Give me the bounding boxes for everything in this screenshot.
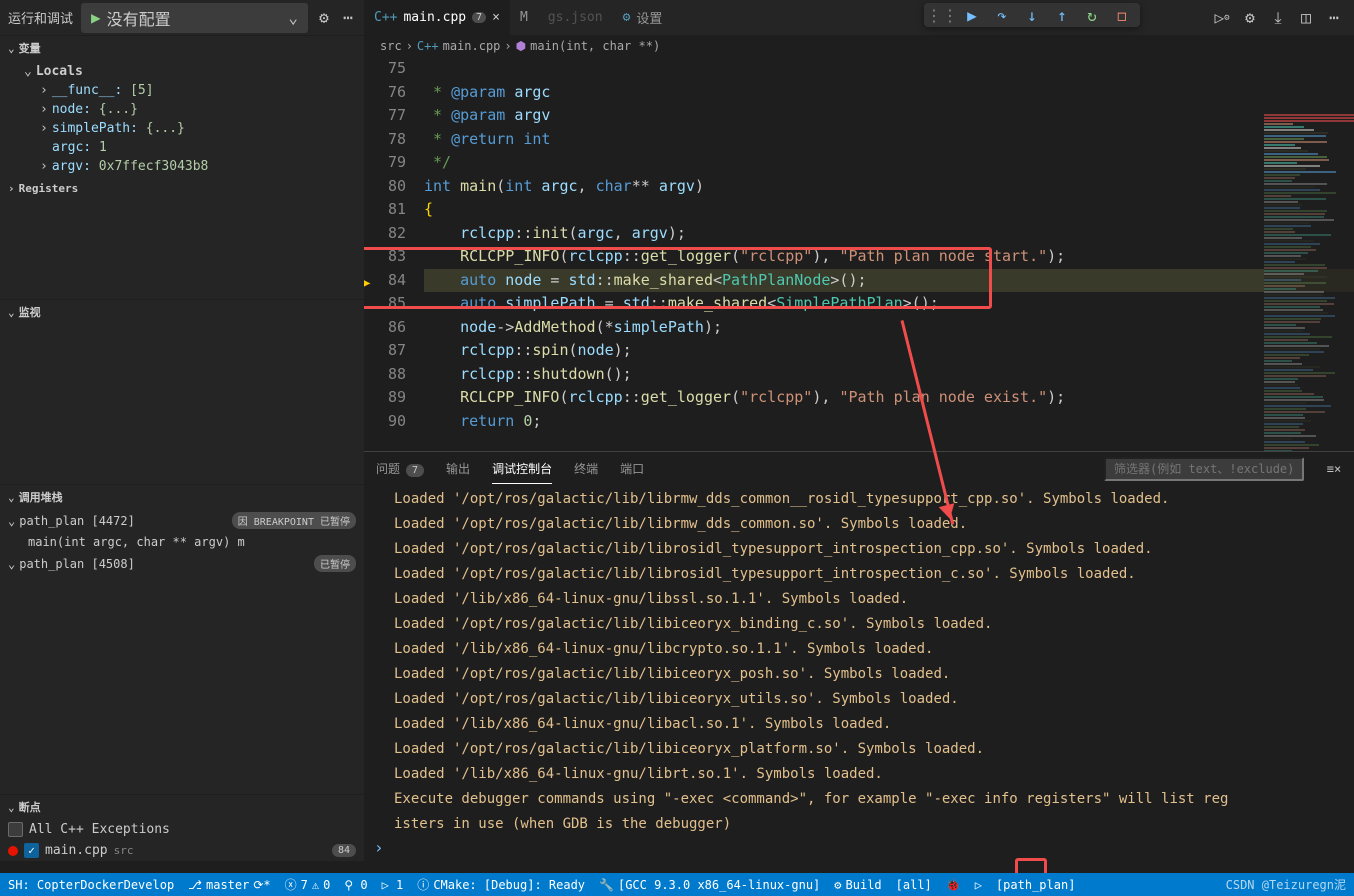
minimap[interactable] [1264,113,1354,451]
problems-status[interactable]: ⓧ 7 ⚠ 0 [285,876,331,893]
filter-settings-icon[interactable]: ≡× [1326,461,1342,477]
run-debug-toolbar: 运行和调试 ▶ 没有配置 ⌄ ⚙ ⋯ [0,0,364,35]
debug-launch-icon[interactable]: 🐞 [946,878,961,892]
play-icon: ▶ [91,8,101,27]
variable-row[interactable]: ›node: {...} [0,100,364,119]
variable-row[interactable]: ›argv: 0x7ffecf3043b8 [0,157,364,176]
cmake-build[interactable]: ⚙ Build [834,878,881,892]
step-over-icon[interactable]: ↷ [992,7,1012,23]
launch-target[interactable]: [path_plan] [996,878,1075,892]
gear-icon[interactable]: ⚙ [1242,10,1258,26]
variable-row[interactable]: ›__func__: [5] [0,81,364,100]
chevron-right-icon: › [8,182,15,195]
step-out-icon[interactable]: ↑ [1052,7,1072,23]
panel-tab[interactable]: 调试控制台 [492,454,552,484]
branch-icon: ⎇ [188,878,202,892]
editor-tab[interactable]: gs.json [538,0,613,35]
breakpoint-row[interactable]: All C++ Exceptions [0,819,364,840]
config-name: 没有配置 [107,6,171,30]
panel-tabs: 问题7 输出调试控制台终端端口 ≡× [364,452,1354,485]
close-icon[interactable]: × [492,10,500,25]
remote-status[interactable]: SH: CopterDockerDevelop [8,878,174,892]
cmake-target[interactable]: [all] [896,878,932,892]
file-icon: ⚙ [623,10,631,25]
restart-icon[interactable]: ↻ [1082,7,1102,23]
chevron-down-icon: ⌄ [288,8,298,27]
editor-tab[interactable]: M [510,0,538,35]
live-icon[interactable]: ⚲ 0 [344,878,367,892]
cmake-kit[interactable]: 🔧 [GCC 9.3.0 x86_64-linux-gnu] [599,878,820,892]
editor[interactable]: 757677787980818283▶84858687888990 * @par… [364,57,1354,451]
more-icon[interactable]: ⋯ [340,10,356,26]
editor-tabs: C++main.cpp7×Mgs.json⚙设置 ▷⚙ ⚙ ⤓ ◫ ⋯ [364,0,1354,35]
callstack-header[interactable]: ⌄ 调用堆栈 [0,485,364,509]
step-into-icon[interactable]: ↓ [1022,7,1042,23]
cmake-status[interactable]: ⓘ CMake: [Debug]: Ready [417,876,585,893]
watch-header[interactable]: ⌄ 监视 [0,300,364,324]
variables-header[interactable]: ⌄ 变量 [0,36,364,60]
filter-input[interactable] [1104,457,1304,481]
callstack-row[interactable]: main(int argc, char ** argv) m [0,532,364,552]
chevron-down-icon: ⌄ [8,42,15,55]
debug-toolbar: ⋮⋮ ▶ ↷ ↓ ↑ ↻ ◻ [924,3,1140,27]
more-icon[interactable]: ⋯ [1326,10,1342,26]
panel-tab[interactable]: 问题7 [376,454,424,484]
debug-console[interactable]: Loaded '/opt/ros/galactic/lib/librmw_dds… [364,485,1354,834]
locals-group[interactable]: ⌄Locals [0,62,364,81]
panel-tab[interactable]: 输出 [446,454,470,484]
run-launch-icon[interactable]: ▷ [975,878,982,892]
file-icon: C++ [374,10,397,25]
variable-row[interactable]: argc: 1 [0,138,364,157]
download-icon[interactable]: ⤓ [1270,10,1286,26]
breakpoints-header[interactable]: ⌄ 断点 [0,795,364,819]
status-bar: SH: CopterDockerDevelop ⎇master⟳* ⓧ 7 ⚠ … [0,873,1354,896]
chevron-down-icon: ⌄ [8,491,15,504]
editor-tab[interactable]: ⚙设置 [613,0,673,35]
function-icon: ⬢ [516,39,526,53]
annotation-box [364,247,992,309]
cpp-icon: C++ [417,39,439,53]
watermark: CSDN @Teizuregn泥 [1226,876,1346,893]
split-icon[interactable]: ◫ [1298,10,1314,26]
debug-config-select[interactable]: ▶ 没有配置 ⌄ [81,3,308,33]
chevron-down-icon: ⌄ [8,306,15,319]
sync-icon: ⟳* [253,878,270,892]
callstack-row[interactable]: ⌄path_plan [4508]已暂停 [0,552,364,575]
git-branch[interactable]: ⎇master⟳* [188,878,270,892]
breakpoint-row[interactable]: ✓main.cppsrc84 [0,840,364,861]
callstack-row[interactable]: ⌄path_plan [4472]因 BREAKPOINT 已暂停 [0,509,364,532]
console-prompt[interactable]: › [364,834,1354,861]
chevron-down-icon: ⌄ [8,801,15,814]
drag-handle-icon[interactable]: ⋮⋮ [932,7,952,23]
breadcrumb[interactable]: src› C++ main.cpp› ⬢ main(int, char **) [364,35,1354,57]
run-icon[interactable]: ▷⚙ [1214,10,1230,26]
run-debug-label: 运行和调试 [8,8,73,27]
gear-icon[interactable]: ⚙ [316,10,332,26]
editor-tab[interactable]: C++main.cpp7× [364,0,510,35]
continue-icon[interactable]: ▶ [962,7,982,23]
panel-tab[interactable]: 端口 [620,454,644,484]
registers-group[interactable]: › Registers [0,178,364,199]
panel-tab[interactable]: 终端 [574,454,598,484]
debug-indicator[interactable]: ▷ 1 [382,878,404,892]
variable-row[interactable]: ›simplePath: {...} [0,119,364,138]
stop-icon[interactable]: ◻ [1112,7,1132,23]
